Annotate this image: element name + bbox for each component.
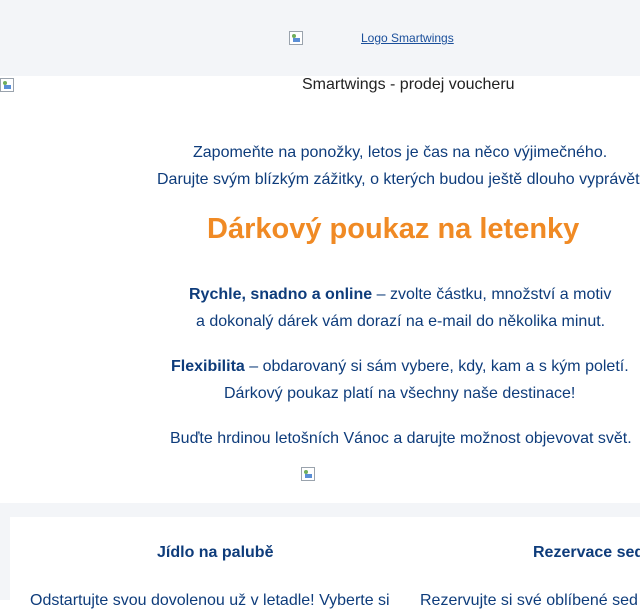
- benefit-speed-line-2: a dokonalý dárek vám dorazí na e-mail do…: [196, 313, 606, 330]
- broken-image-icon[interactable]: [301, 467, 315, 481]
- info-cards: Jídlo na palubě Odstartujte svou dovolen…: [10, 517, 640, 609]
- benefit-flexibility-title: Flexibilita: [171, 358, 245, 375]
- page-headline: Dárkový poukaz na letenky: [207, 213, 580, 245]
- benefit-speed-title: Rychle, snadno a online: [189, 286, 373, 303]
- closing-line: Buďte hrdinou letošních Vánoc a darujte …: [170, 430, 632, 447]
- benefit-flexibility-line-2: Dárkový poukaz platí na všechny naše des…: [224, 385, 576, 402]
- benefit-speed: Rychle, snadno a online – zvolte částku,…: [189, 286, 611, 304]
- benefit-flexibility-text: – obdarovaný si sám vybere, kdy, kam a s…: [244, 358, 629, 375]
- broken-image-icon: [0, 78, 14, 92]
- intro-line-1: Zapomeňte na ponožky, letos je čas na ně…: [193, 144, 608, 161]
- smartwings-logo-link[interactable]: Logo Smartwings: [361, 31, 454, 45]
- broken-image-icon: [289, 31, 303, 45]
- benefit-flexibility: Flexibilita – obdarovaný si sám vybere, …: [171, 358, 629, 376]
- card-title-seat-reservation[interactable]: Rezervace sed: [533, 544, 640, 562]
- benefit-speed-text: – zvolte částku, množství a motiv: [372, 286, 612, 303]
- card-text-seat-reservation: Rezervujte si své oblíbené sed: [420, 592, 638, 609]
- intro-line-2: Darujte svým blízkým zážitky, o kterých …: [157, 171, 640, 188]
- email-header: Logo Smartwings: [0, 0, 640, 76]
- card-title-food[interactable]: Jídlo na palubě: [157, 544, 273, 562]
- hero-image-alt[interactable]: Smartwings - prodej voucheru: [302, 76, 515, 94]
- card-text-food: Odstartujte svou dovolenou už v letadle!…: [30, 592, 390, 609]
